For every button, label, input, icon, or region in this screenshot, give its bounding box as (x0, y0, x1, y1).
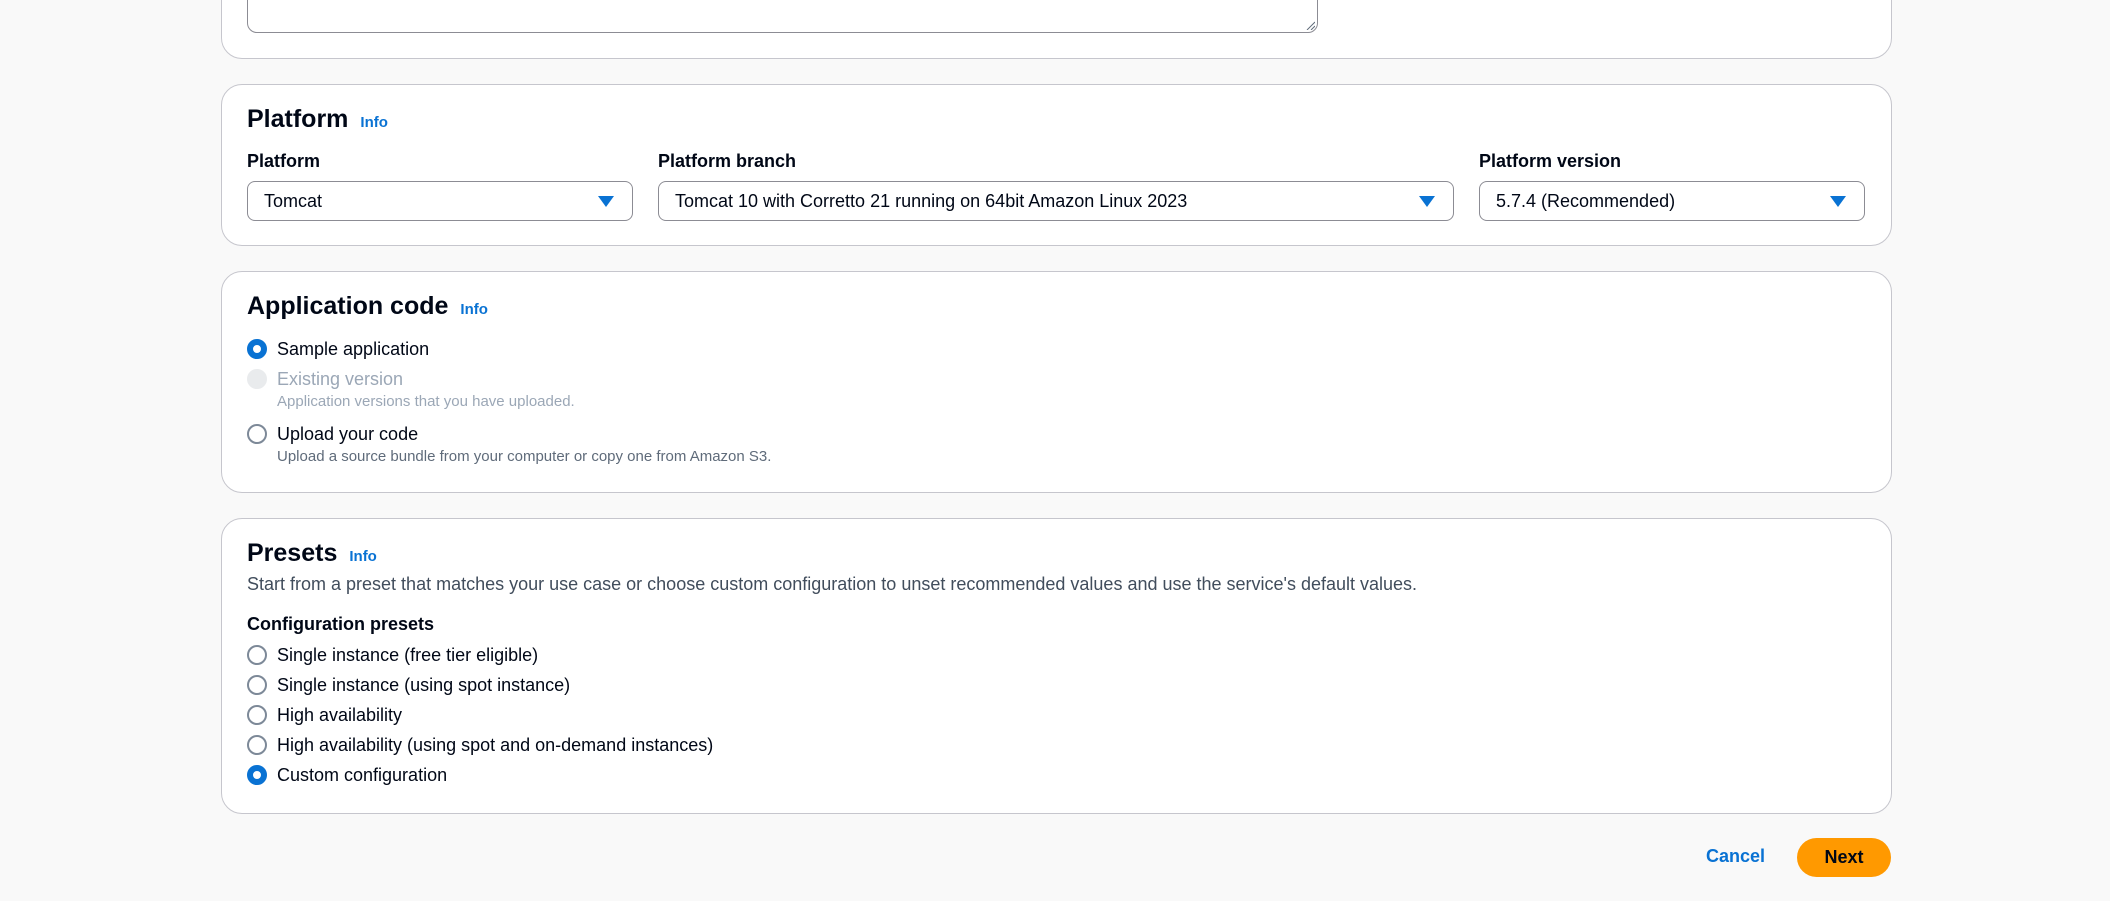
radio-button[interactable] (247, 735, 267, 755)
platform-info-link[interactable]: Info (360, 114, 388, 131)
radio-label: Upload your code (277, 424, 419, 444)
configuration-presets-label: Configuration presets (247, 614, 435, 634)
radio-preset-custom-configuration[interactable]: Custom configuration (247, 764, 447, 786)
cancel-button[interactable]: Cancel (1706, 846, 1765, 867)
description-panel (221, 0, 1892, 59)
radio-button[interactable] (247, 705, 267, 725)
radio-button[interactable] (247, 645, 267, 665)
presets-info-link[interactable]: Info (349, 548, 377, 565)
platform-branch-label: Platform branch (658, 151, 797, 171)
radio-button[interactable] (247, 424, 267, 444)
platform-field: Platform Tomcat (247, 151, 633, 221)
presets-heading-row: Presets Info (247, 539, 377, 568)
caret-down-icon (1830, 196, 1846, 207)
platform-version-select-value: 5.7.4 (Recommended) (1496, 190, 1676, 211)
radio-existing-version: Existing version Application versions th… (247, 368, 575, 410)
radio-label: High availability (using spot and on-dem… (277, 735, 714, 755)
presets-panel: Presets Info Start from a preset that ma… (221, 518, 1892, 814)
radio-label: High availability (277, 705, 403, 725)
radio-preset-high-availability[interactable]: High availability (247, 704, 402, 726)
platform-heading-row: Platform Info (247, 105, 388, 134)
application-code-info-link[interactable]: Info (460, 301, 488, 318)
radio-upload-your-code[interactable]: Upload your code Upload a source bundle … (247, 423, 771, 465)
platform-version-label: Platform version (1479, 151, 1622, 171)
next-button[interactable]: Next (1797, 838, 1891, 877)
radio-label: Custom configuration (277, 765, 448, 785)
platform-panel: Platform Info Platform Tomcat Platform b… (221, 84, 1892, 246)
description-textarea[interactable] (247, 0, 1318, 33)
radio-button[interactable] (247, 765, 267, 785)
radio-button[interactable] (247, 339, 267, 359)
platform-label: Platform (247, 151, 321, 171)
radio-label: Single instance (free tier eligible) (277, 645, 539, 665)
resize-handle-icon[interactable] (1305, 20, 1315, 30)
radio-sample-application[interactable]: Sample application (247, 338, 429, 360)
radio-label: Single instance (using spot instance) (277, 675, 571, 695)
caret-down-icon (1419, 196, 1435, 207)
radio-preset-single-spot[interactable]: Single instance (using spot instance) (247, 674, 570, 696)
radio-preset-single-free-tier[interactable]: Single instance (free tier eligible) (247, 644, 538, 666)
presets-description: Start from a preset that matches your us… (247, 574, 1418, 594)
platform-version-select[interactable]: 5.7.4 (Recommended) (1479, 181, 1865, 221)
caret-down-icon (598, 196, 614, 207)
application-code-heading: Application code (247, 292, 449, 320)
application-code-heading-row: Application code Info (247, 292, 488, 321)
platform-select-value: Tomcat (264, 190, 323, 211)
radio-preset-high-availability-spot[interactable]: High availability (using spot and on-dem… (247, 734, 713, 756)
platform-version-field: Platform version 5.7.4 (Recommended) (1479, 151, 1865, 221)
radio-description: Upload a source bundle from your compute… (277, 448, 772, 465)
radio-description: Application versions that you have uploa… (277, 393, 575, 410)
radio-label: Sample application (277, 339, 430, 359)
presets-heading: Presets (247, 539, 338, 567)
platform-branch-select-value: Tomcat 10 with Corretto 21 running on 64… (675, 190, 1188, 211)
platform-select[interactable]: Tomcat (247, 181, 633, 221)
radio-label: Existing version (277, 369, 404, 389)
radio-button (247, 369, 267, 389)
platform-branch-field: Platform branch Tomcat 10 with Corretto … (658, 151, 1454, 221)
platform-branch-select[interactable]: Tomcat 10 with Corretto 21 running on 64… (658, 181, 1454, 221)
radio-button[interactable] (247, 675, 267, 695)
platform-heading: Platform (247, 105, 349, 133)
application-code-panel: Application code Info Sample application… (221, 271, 1892, 493)
